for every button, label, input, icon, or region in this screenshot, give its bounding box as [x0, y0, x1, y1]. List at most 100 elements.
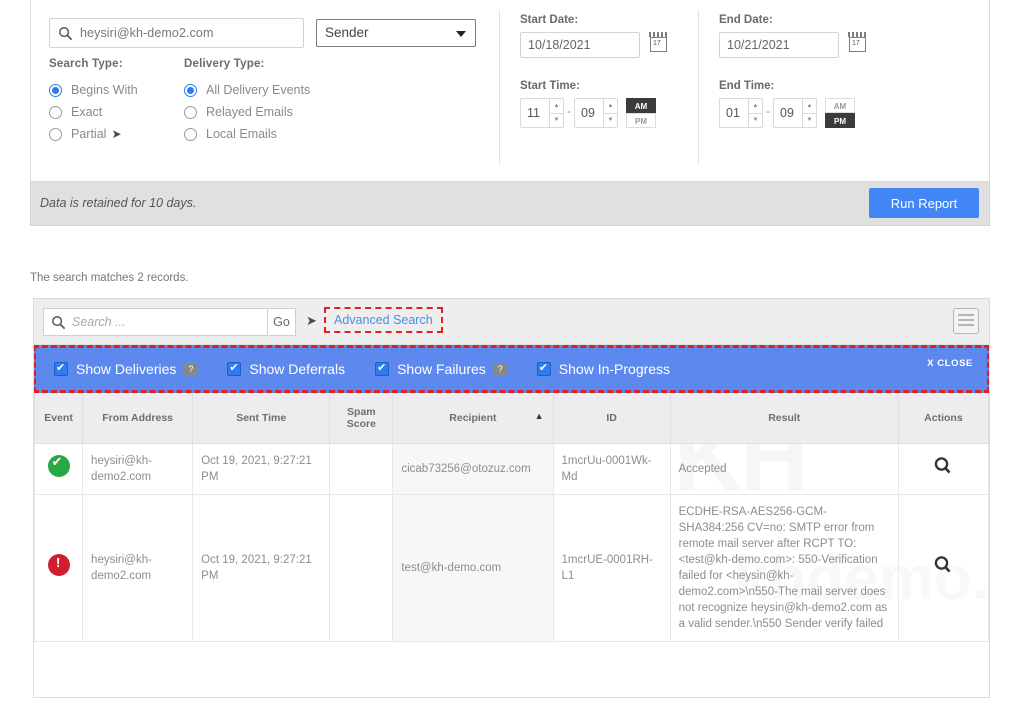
end-date-label: End Date:	[719, 14, 897, 26]
start-minute-stepper[interactable]: 09 ▲▼	[574, 98, 618, 128]
end-time-row: 01 ▲▼ - 09 ▲▼ AM PM	[719, 98, 897, 128]
start-hour-arrows[interactable]: ▲▼	[549, 99, 563, 127]
end-pm-option[interactable]: PM	[825, 113, 855, 128]
search-query-input[interactable]: heysiri@kh-demo2.com	[49, 18, 304, 48]
radio-partial[interactable]: Partial ➤	[49, 123, 184, 145]
advanced-search-link[interactable]: Advanced Search	[324, 307, 443, 333]
search-query-row: heysiri@kh-demo2.com Sender	[49, 18, 483, 48]
start-pm-option[interactable]: PM	[626, 113, 656, 128]
start-am-option[interactable]: AM	[626, 98, 656, 113]
radio-begins-with-dot	[49, 84, 62, 97]
radio-all-delivery-events[interactable]: All Delivery Events	[184, 79, 384, 101]
table-body: heysiri@kh-demo2.com Oct 19, 2021, 9:27:…	[35, 443, 989, 641]
start-time-separator: -	[564, 98, 574, 118]
filter-show-deferrals-label: Show Deferrals	[249, 361, 345, 377]
radio-begins-with[interactable]: Begins With	[49, 79, 184, 101]
search-field-select[interactable]: Sender	[316, 19, 476, 47]
view-details-icon[interactable]	[933, 555, 953, 575]
radio-partial-label: Partial	[71, 127, 106, 141]
radio-local-emails-label: Local Emails	[206, 127, 277, 141]
cell-actions	[898, 443, 988, 494]
filter-show-failures-label: Show Failures	[397, 361, 486, 377]
filter-show-in-progress[interactable]: Show In-Progress	[537, 361, 670, 377]
end-date-input[interactable]: 10/21/2021	[719, 32, 839, 58]
end-time-label: End Time:	[719, 80, 897, 92]
results-search-bar: Search ... Go ➤ Advanced Search	[34, 299, 989, 345]
retention-note: Data is retained for 10 days.	[40, 196, 196, 210]
search-criteria-panel: heysiri@kh-demo2.com Sender Search Type:…	[30, 0, 990, 182]
column-header-recipient[interactable]: Recipient ▲	[393, 393, 553, 443]
delivery-type-label: Delivery Type:	[184, 58, 384, 70]
calendar-icon[interactable]: 17	[847, 32, 869, 56]
table-header-row: Event From Address Sent Time Spam Score …	[35, 393, 989, 443]
start-datetime-column: Start Date: 10/18/2021 17 Start Time: 11…	[500, 0, 698, 181]
page-root: heysiri@kh-demo2.com Sender Search Type:…	[0, 0, 1024, 724]
end-minute-value: 09	[774, 99, 802, 127]
end-am-option[interactable]: AM	[825, 98, 855, 113]
radio-local-emails[interactable]: Local Emails	[184, 123, 384, 145]
filter-show-failures[interactable]: Show Failures ?	[375, 361, 507, 377]
start-minute-arrows[interactable]: ▲▼	[603, 99, 617, 127]
end-meridiem-toggle[interactable]: AM PM	[825, 98, 855, 128]
cell-id: 1mcrUu-0001Wk-Md	[553, 443, 670, 494]
results-search-input[interactable]: Search ...	[43, 308, 268, 336]
end-date-row: 10/21/2021 17	[719, 32, 897, 58]
column-header-id[interactable]: ID	[553, 393, 670, 443]
cell-from-address: heysiri@kh-demo2.com	[83, 494, 193, 641]
column-header-from[interactable]: From Address	[83, 393, 193, 443]
filter-checkbox-list: Show Deliveries ? Show Deferrals Show Fa…	[36, 348, 987, 390]
column-header-spam-score[interactable]: Spam Score	[330, 393, 393, 443]
help-icon[interactable]: ?	[494, 363, 507, 376]
filter-show-in-progress-label: Show In-Progress	[559, 361, 670, 377]
start-date-input[interactable]: 10/18/2021	[520, 32, 640, 58]
column-header-actions: Actions	[898, 393, 988, 443]
radio-all-delivery-events-label: All Delivery Events	[206, 83, 310, 97]
filter-show-deferrals[interactable]: Show Deferrals	[227, 361, 345, 377]
end-hour-stepper[interactable]: 01 ▲▼	[719, 98, 763, 128]
help-icon[interactable]: ?	[184, 363, 197, 376]
checkbox-show-failures[interactable]	[375, 362, 389, 376]
search-icon	[51, 315, 66, 330]
mouse-cursor-icon: ➤	[111, 127, 121, 141]
column-header-sent-time[interactable]: Sent Time	[193, 393, 330, 443]
start-hour-stepper[interactable]: 11 ▲▼	[520, 98, 564, 128]
end-hour-value: 01	[720, 99, 748, 127]
run-report-button[interactable]: Run Report	[869, 188, 979, 218]
end-minute-arrows[interactable]: ▲▼	[802, 99, 816, 127]
cell-result: ECDHE-RSA-AES256-GCM-SHA384:256 CV=no: S…	[670, 494, 898, 641]
filter-show-deliveries-label: Show Deliveries	[76, 361, 176, 377]
filter-show-deliveries[interactable]: Show Deliveries ?	[54, 361, 197, 377]
close-filter-bar-button[interactable]: X CLOSE	[927, 358, 973, 369]
radio-partial-dot	[49, 128, 62, 141]
table-row[interactable]: heysiri@kh-demo2.com Oct 19, 2021, 9:27:…	[35, 494, 989, 641]
search-icon	[58, 26, 73, 41]
checkbox-show-in-progress[interactable]	[537, 362, 551, 376]
list-view-icon[interactable]	[953, 308, 979, 334]
results-search-placeholder: Search ...	[72, 315, 126, 329]
table-header: Event From Address Sent Time Spam Score …	[35, 393, 989, 443]
end-hour-arrows[interactable]: ▲▼	[748, 99, 762, 127]
search-type-group: Search Type: Begins With Exact Partial	[49, 58, 184, 145]
column-header-result[interactable]: Result	[670, 393, 898, 443]
retention-bar: Data is retained for 10 days. Run Report	[30, 182, 990, 226]
go-button[interactable]: Go	[268, 308, 296, 336]
checkbox-show-deliveries[interactable]	[54, 362, 68, 376]
end-minute-stepper[interactable]: 09 ▲▼	[773, 98, 817, 128]
chevron-down-icon	[456, 31, 466, 37]
table-row[interactable]: heysiri@kh-demo2.com Oct 19, 2021, 9:27:…	[35, 443, 989, 494]
start-meridiem-toggle[interactable]: AM PM	[626, 98, 656, 128]
checkbox-show-deferrals[interactable]	[227, 362, 241, 376]
calendar-icon[interactable]: 17	[648, 32, 670, 56]
start-hour-value: 11	[521, 99, 549, 127]
success-icon	[48, 455, 70, 477]
radio-exact[interactable]: Exact	[49, 101, 184, 123]
radio-exact-dot	[49, 106, 62, 119]
search-query-value: heysiri@kh-demo2.com	[80, 26, 213, 40]
cell-recipient: cicab73256@otozuz.com	[393, 443, 553, 494]
search-criteria-left: heysiri@kh-demo2.com Sender Search Type:…	[31, 0, 499, 181]
radio-groups: Search Type: Begins With Exact Partial	[49, 58, 483, 145]
view-details-icon[interactable]	[933, 456, 953, 476]
column-header-event[interactable]: Event	[35, 393, 83, 443]
radio-relayed-emails[interactable]: Relayed Emails	[184, 101, 384, 123]
match-count-text: The search matches 2 records.	[30, 272, 189, 284]
